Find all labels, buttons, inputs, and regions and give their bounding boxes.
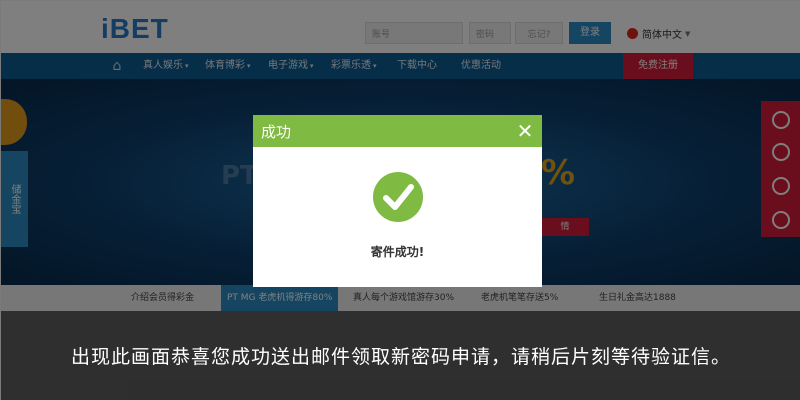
caption-bar: 出现此画面恭喜您成功送出邮件领取新密码申请，请稍后片刻等待验证信。 <box>1 311 800 400</box>
close-icon[interactable]: ✕ <box>514 120 536 142</box>
success-dialog: 成功 ✕ 寄件成功! <box>253 115 542 287</box>
dialog-header: 成功 ✕ <box>253 115 542 147</box>
dialog-message: 寄件成功! <box>370 245 425 259</box>
checkmark-icon <box>373 172 423 222</box>
caption-text: 出现此画面恭喜您成功送出邮件领取新密码申请，请稍后片刻等待验证信。 <box>70 346 731 368</box>
dialog-title: 成功 <box>261 123 292 141</box>
